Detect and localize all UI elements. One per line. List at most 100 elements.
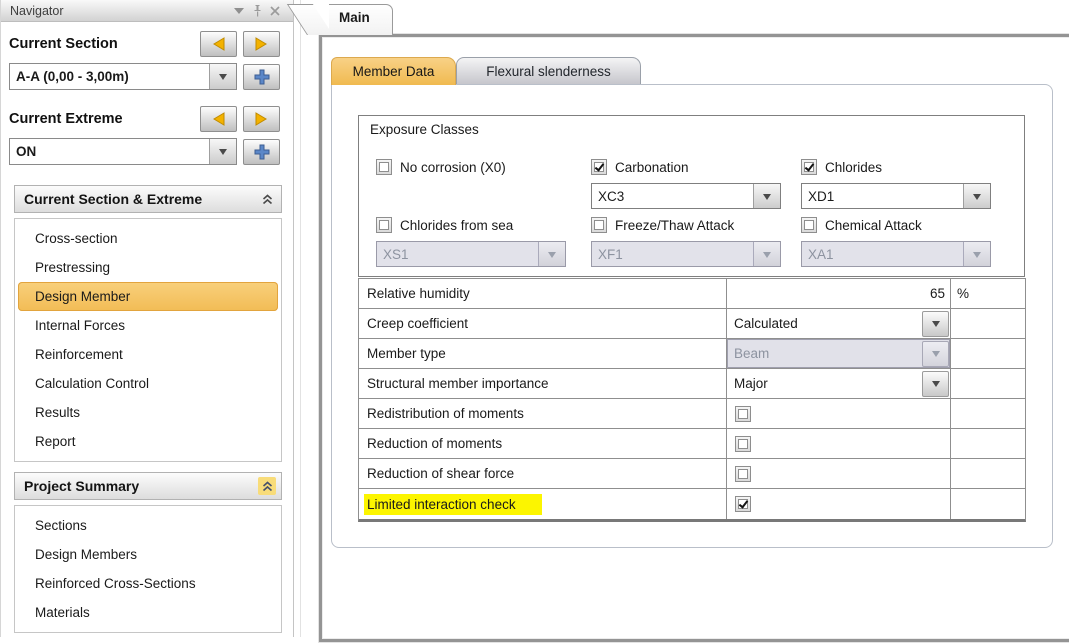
sidebar-item-report[interactable]: Report (18, 427, 278, 456)
chlorides-from-sea-combo-value: XS1 (377, 247, 538, 262)
gold-arrow-right-icon (254, 37, 269, 51)
combo-arrow-button[interactable] (922, 371, 949, 397)
structural-member-importance-label: Structural member importance (367, 376, 549, 391)
reduction-of-moments-unit (951, 429, 1025, 458)
sidebar-item-prestressing[interactable]: Prestressing (18, 253, 278, 282)
limited-interaction-check-checkbox[interactable] (735, 496, 751, 512)
add-extreme-button[interactable] (243, 139, 280, 165)
panel-splitter[interactable] (300, 0, 301, 637)
exposure-cell: Carbonation XC3 (591, 158, 787, 209)
combo-arrow-button[interactable] (753, 184, 780, 208)
current-extreme-combo[interactable]: ON (9, 138, 237, 165)
combo-arrow-button (538, 242, 565, 266)
reduction-of-shear-force-checkbox[interactable] (735, 466, 751, 482)
sidebar-item-design-members[interactable]: Design Members (18, 540, 278, 569)
carbonation-row: Carbonation (591, 158, 787, 176)
no-corrosion-x0-label: No corrosion (X0) (400, 160, 506, 175)
combo-arrow-button[interactable] (963, 184, 990, 208)
redistribution-of-moments-checkbox[interactable] (735, 406, 751, 422)
tab-flexural-slenderness-label: Flexural slenderness (486, 64, 611, 79)
tab-member-data[interactable]: Member Data (331, 57, 456, 85)
table-row: Member type Beam (359, 339, 1025, 369)
structural-member-importance-combo[interactable]: Major (727, 369, 950, 398)
pin-icon[interactable] (248, 3, 266, 19)
reduction-of-shear-force-unit (951, 459, 1025, 488)
carbonation-checkbox[interactable] (591, 159, 607, 175)
sidebar-item-design-member[interactable]: Design Member (18, 282, 278, 311)
member-type-combo: Beam (727, 339, 950, 368)
sidebar-item-cross-section[interactable]: Cross-section (18, 224, 278, 253)
sidebar-item-results[interactable]: Results (18, 398, 278, 427)
structural-member-importance-value-cell: Major (727, 369, 951, 398)
creep-coefficient-combo-value: Calculated (727, 316, 922, 331)
table-row: Redistribution of moments (359, 399, 1025, 429)
checkbox-mark (738, 499, 748, 509)
chlorides-combo-value: XD1 (802, 189, 963, 204)
freeze-thaw-attack-checkbox[interactable] (591, 217, 607, 233)
chevron-down-icon[interactable] (230, 3, 248, 19)
carbonation-combo[interactable]: XC3 (591, 183, 781, 209)
chemical-attack-row: Chemical Attack (801, 216, 997, 234)
chlorides-combo[interactable]: XD1 (801, 183, 991, 209)
combo-arrow-button[interactable] (209, 64, 236, 89)
combo-arrow-button[interactable] (922, 311, 949, 337)
redistribution-of-moments-value-cell (727, 399, 951, 428)
relative-humidity-label: Relative humidity (367, 286, 470, 301)
exposure-cell: No corrosion (X0) (376, 158, 572, 176)
current-extreme-row: Current Extreme (1, 90, 293, 132)
section-header-project-summary[interactable]: Project Summary (14, 472, 282, 500)
no-corrosion-x0-checkbox[interactable] (376, 159, 392, 175)
checkbox-mark (738, 439, 748, 449)
creep-coefficient-cell: Creep coefficient (359, 309, 727, 338)
creep-coefficient-combo[interactable]: Calculated (727, 309, 950, 338)
collapse-icon[interactable] (258, 190, 276, 208)
sidebar-item-reinforcement[interactable]: Reinforcement (18, 340, 278, 369)
sidebar-item-reinforced-cross-sections[interactable]: Reinforced Cross-Sections (18, 569, 278, 598)
checkbox-mark (804, 220, 814, 230)
sidebar-item-sections[interactable]: Sections (18, 511, 278, 540)
relative-humidity-unit: % (951, 279, 1025, 308)
tab-main[interactable]: Main (305, 4, 393, 35)
reduction-of-moments-label: Reduction of moments (367, 436, 502, 451)
freeze-thaw-attack-label: Freeze/Thaw Attack (615, 218, 734, 233)
gold-arrow-left-icon (211, 112, 226, 126)
next-extreme-button[interactable] (243, 106, 280, 132)
current-section-combo[interactable]: A-A (0,00 - 3,00m) (9, 63, 237, 90)
previous-extreme-button[interactable] (200, 106, 237, 132)
combo-arrow-button (922, 341, 949, 367)
navigator-panel: Navigator Current Section A-A (0,00 - 3,… (0, 0, 294, 637)
limited-interaction-check-label: Limited interaction check (364, 494, 542, 515)
sidebar-item-internal-forces[interactable]: Internal Forces (18, 311, 278, 340)
sidebar-item-calculation-control[interactable]: Calculation Control (18, 369, 278, 398)
chlorides-checkbox[interactable] (801, 159, 817, 175)
next-section-button[interactable] (243, 31, 280, 57)
collapse-icon[interactable] (258, 477, 276, 495)
freeze-thaw-attack-row: Freeze/Thaw Attack (591, 216, 787, 234)
chlorides-from-sea-checkbox[interactable] (376, 217, 392, 233)
freeze-thaw-attack-combo: XF1 (591, 241, 781, 267)
relative-humidity-value[interactable]: 65 (930, 286, 945, 301)
section-header-current-section-extreme[interactable]: Current Section & Extreme (14, 185, 282, 213)
member-type-value-cell: Beam (727, 339, 951, 368)
limited-interaction-check-value-cell (727, 489, 951, 519)
table-row: Creep coefficientCalculated (359, 309, 1025, 339)
sidebar-item-materials[interactable]: Materials (18, 598, 278, 627)
chemical-attack-label: Chemical Attack (825, 218, 922, 233)
exposure-classes-title: Exposure Classes (370, 122, 479, 137)
chlorides-label: Chlorides (825, 160, 882, 175)
reduction-of-shear-force-value-cell (727, 459, 951, 488)
close-icon[interactable] (266, 3, 284, 19)
navigator-titlebar: Navigator (1, 0, 293, 22)
reduction-of-moments-checkbox[interactable] (735, 436, 751, 452)
gold-arrow-left-icon (211, 37, 226, 51)
member-type-label: Member type (367, 346, 446, 361)
tab-flexural-slenderness[interactable]: Flexural slenderness (456, 57, 641, 84)
previous-section-button[interactable] (200, 31, 237, 57)
redistribution-of-moments-label: Redistribution of moments (367, 406, 524, 421)
combo-arrow-button[interactable] (209, 139, 236, 164)
tab-main-label: Main (339, 10, 370, 25)
add-section-button[interactable] (243, 64, 280, 90)
current-section-row: Current Section (1, 22, 293, 57)
member-data-page: Exposure Classes No corrosion (X0) Carbo… (331, 84, 1053, 548)
chemical-attack-checkbox[interactable] (801, 217, 817, 233)
